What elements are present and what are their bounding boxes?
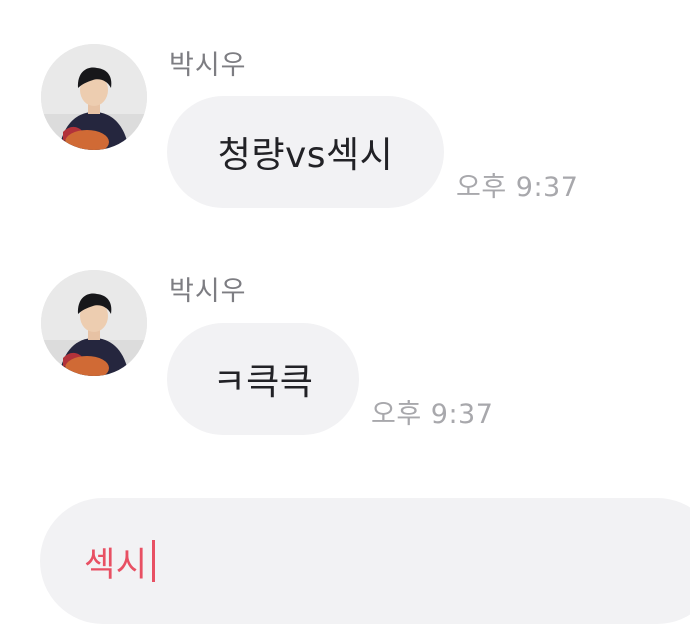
message-input[interactable]: 섹시 [40,498,690,624]
text-caret [151,540,155,582]
profile-photo-icon [41,270,147,376]
message-timestamp: 오후 9:37 [371,399,494,430]
message-text: ㅋ큭큭 [212,362,314,403]
sender-name: 박시우 [169,276,247,307]
message-input-text[interactable]: 섹시 [84,498,155,624]
profile-photo-icon [41,44,147,150]
message-input-value: 섹시 [84,544,148,585]
sender-avatar[interactable] [41,270,147,376]
message-bubble[interactable]: 청량vs섹시 [167,96,444,208]
message-timestamp: 오후 9:37 [456,172,579,203]
message-bubble[interactable]: ㅋ큭큭 [167,323,359,435]
message-text: 청량vs섹시 [217,135,394,176]
sender-name: 박시우 [169,50,247,81]
sender-avatar[interactable] [41,44,147,150]
